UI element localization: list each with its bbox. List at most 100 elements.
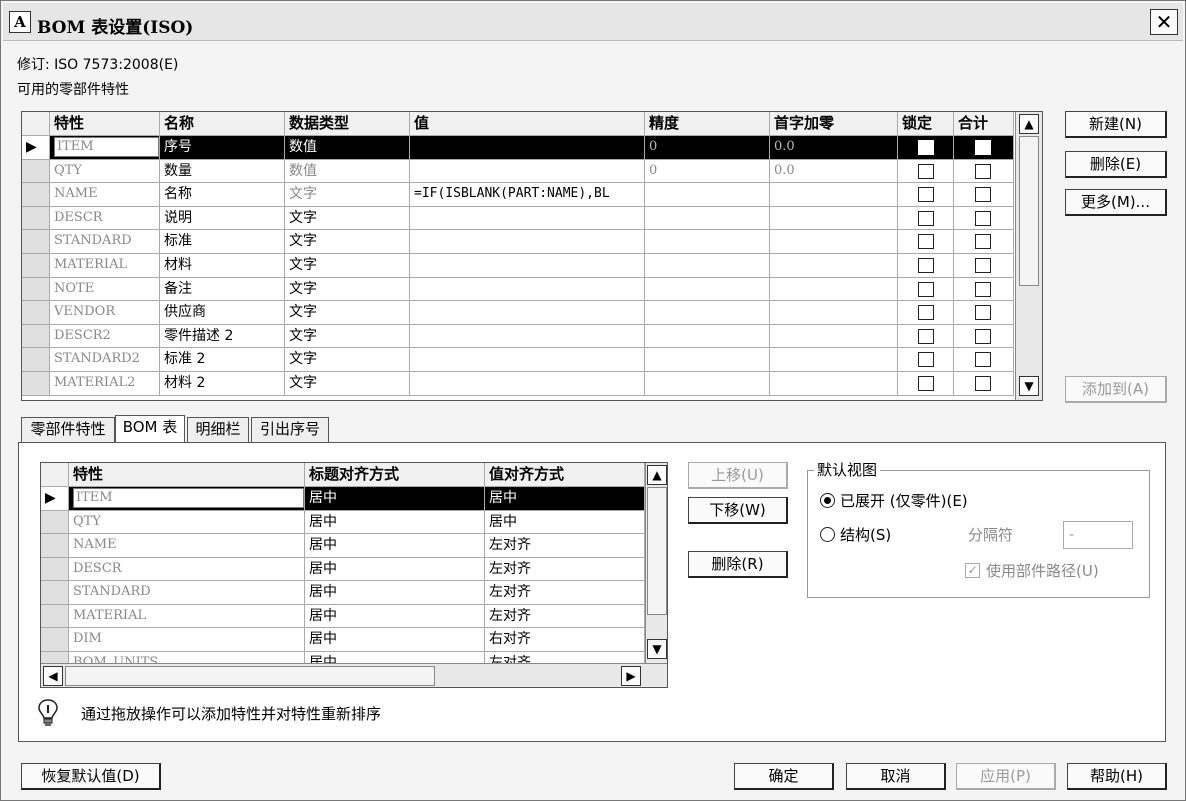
lock-checkbox[interactable] — [918, 305, 934, 321]
bom-cell-prop[interactable]: ITEM — [69, 487, 305, 510]
row-selector[interactable] — [41, 581, 69, 604]
props-cell-prop[interactable]: NAME — [50, 183, 160, 206]
total-checkbox[interactable] — [975, 352, 991, 368]
add-to-button[interactable]: 添加到(A) — [1065, 376, 1167, 403]
props-cell-value[interactable] — [410, 301, 645, 324]
props-cell-precision[interactable]: 0 — [645, 159, 770, 183]
bom-cell-value_align[interactable]: 左对齐 — [485, 581, 645, 604]
props-cell-prop[interactable]: STANDARD — [50, 230, 160, 253]
bom-cell-title_align[interactable]: 居中 — [305, 628, 485, 651]
props-cell-precision[interactable] — [645, 301, 770, 324]
props-cell-prop[interactable]: DESCR2 — [50, 324, 160, 348]
use-path-checkbox[interactable]: ✓ — [965, 563, 980, 578]
props-column-header[interactable]: 精度 — [645, 112, 770, 135]
props-cell-zero[interactable] — [770, 206, 898, 230]
bom-row[interactable]: STANDARD 居中 左对齐 — [41, 581, 645, 605]
close-button[interactable]: ✕ — [1150, 9, 1178, 35]
bom-column-header[interactable]: 标题对齐方式 — [305, 463, 485, 486]
row-selector[interactable] — [22, 206, 50, 230]
row-selector[interactable] — [22, 372, 50, 395]
props-cell-value[interactable] — [410, 136, 645, 159]
total-checkbox[interactable] — [975, 140, 991, 155]
props-cell-name[interactable]: 材料 — [160, 254, 285, 277]
props-row[interactable]: NAME 名称 文字 =IF(ISBLANK(PART:NAME),BL — [22, 183, 1014, 207]
props-cell-name[interactable]: 零件描述 2 — [160, 324, 285, 348]
lock-checkbox[interactable] — [918, 258, 934, 273]
scroll-up-button[interactable]: ▲ — [1019, 114, 1039, 134]
row-selector[interactable] — [22, 230, 50, 253]
props-column-header[interactable]: 值 — [410, 112, 645, 135]
props-cell-value[interactable] — [410, 254, 645, 277]
bom-cell-prop[interactable]: DIM — [69, 628, 305, 651]
props-cell-type[interactable]: 文字 — [285, 230, 410, 253]
props-cell-name[interactable]: 数量 — [160, 159, 285, 183]
props-cell-prop[interactable]: STANDARD2 — [50, 348, 160, 371]
props-cell-type[interactable]: 文字 — [285, 324, 410, 348]
scroll-thumb[interactable] — [1019, 136, 1039, 286]
props-cell-value[interactable] — [410, 324, 645, 348]
row-selector[interactable]: ▶ — [41, 487, 69, 510]
props-cell-value[interactable] — [410, 159, 645, 183]
properties-table[interactable]: 特性 名称 数据类型值精度 首字加零 锁定 合计 ▶ ITEM 序号 数值 0 0.0 QTY 数量 数值 0… — [21, 111, 1043, 401]
props-cell-value[interactable] — [410, 348, 645, 371]
tab-balloon[interactable]: 引出序号 — [251, 417, 329, 442]
lock-checkbox[interactable] — [918, 187, 934, 203]
row-selector[interactable] — [22, 301, 50, 324]
ok-button[interactable]: 确定 — [734, 763, 834, 790]
props-cell-type[interactable]: 文字 — [285, 183, 410, 206]
props-cell-precision[interactable] — [645, 206, 770, 230]
props-cell-prop[interactable]: DESCR — [50, 206, 160, 230]
bom-cell-prop[interactable]: STANDARD — [69, 581, 305, 604]
scroll-left-button[interactable]: ◀ — [43, 666, 63, 686]
bom-row[interactable]: QTY 居中 居中 — [41, 510, 645, 534]
props-cell-type[interactable]: 文字 — [285, 372, 410, 395]
lock-checkbox[interactable] — [918, 376, 934, 391]
scroll-down-button[interactable]: ▼ — [1019, 376, 1039, 396]
bom-cell-value_align[interactable]: 左对齐 — [485, 557, 645, 580]
cancel-button[interactable]: 取消 — [846, 763, 946, 790]
props-cell-type[interactable]: 文字 — [285, 254, 410, 277]
props-cell-value[interactable] — [410, 230, 645, 253]
delete-property-button[interactable]: 删除(E) — [1065, 151, 1167, 178]
bom-row[interactable]: NAME 居中 左对齐 — [41, 534, 645, 558]
props-cell-type[interactable]: 数值 — [285, 159, 410, 183]
bom-vscrollbar[interactable]: ▲ ▼ — [645, 463, 667, 663]
total-checkbox[interactable] — [975, 376, 991, 391]
expanded-radio[interactable] — [820, 493, 835, 508]
props-cell-zero[interactable] — [770, 301, 898, 324]
structured-radio[interactable] — [820, 527, 835, 542]
props-column-header[interactable]: 首字加零 — [770, 112, 898, 135]
bom-row[interactable]: MATERIAL 居中 左对齐 — [41, 604, 645, 628]
props-row[interactable]: MATERIAL 材料 文字 — [22, 254, 1014, 278]
props-row[interactable]: DESCR 说明 文字 — [22, 206, 1014, 231]
bom-cell-value_align[interactable]: 居中 — [485, 487, 645, 510]
apply-button[interactable]: 应用(P) — [956, 763, 1056, 790]
props-column-header[interactable]: 锁定 — [898, 112, 954, 135]
bom-alignment-table[interactable]: 特性 标题对齐方式 值对齐方式 ▶ ITEM 居中 居中 QTY 居中 居中 NAME 居中 左对齐 DE… — [40, 462, 668, 688]
bom-cell-title_align[interactable]: 居中 — [305, 487, 485, 510]
props-cell-name[interactable]: 供应商 — [160, 301, 285, 324]
props-cell-value[interactable] — [410, 372, 645, 395]
props-cell-name[interactable]: 备注 — [160, 277, 285, 301]
bom-row[interactable]: ▶ ITEM 居中 居中 — [41, 487, 645, 511]
props-cell-zero[interactable] — [770, 183, 898, 206]
props-row[interactable]: STANDARD2 标准 2 文字 — [22, 348, 1014, 372]
scroll-right-button[interactable]: ▶ — [621, 666, 641, 686]
scroll-up-button[interactable]: ▲ — [647, 465, 667, 485]
row-selector[interactable] — [22, 159, 50, 183]
restore-defaults-button[interactable]: 恢复默认值(D) — [21, 763, 161, 790]
props-cell-prop[interactable]: MATERIAL — [50, 254, 160, 277]
props-cell-precision[interactable] — [645, 254, 770, 277]
props-cell-precision[interactable] — [645, 372, 770, 395]
bom-row[interactable]: DIM 居中 右对齐 — [41, 628, 645, 652]
bom-column-header[interactable]: 值对齐方式 — [485, 463, 645, 486]
props-cell-precision[interactable] — [645, 183, 770, 206]
lock-checkbox[interactable] — [918, 163, 934, 179]
props-cell-prop[interactable]: NOTE — [50, 277, 160, 301]
props-cell-zero[interactable] — [770, 324, 898, 348]
props-cell-prop[interactable]: MATERIAL2 — [50, 372, 160, 395]
total-checkbox[interactable] — [975, 305, 991, 321]
props-row[interactable]: MATERIAL2 材料 2 文字 — [22, 372, 1014, 396]
props-row[interactable]: QTY 数量 数值 0 0.0 — [22, 159, 1014, 184]
props-cell-prop[interactable]: VENDOR — [50, 301, 160, 324]
